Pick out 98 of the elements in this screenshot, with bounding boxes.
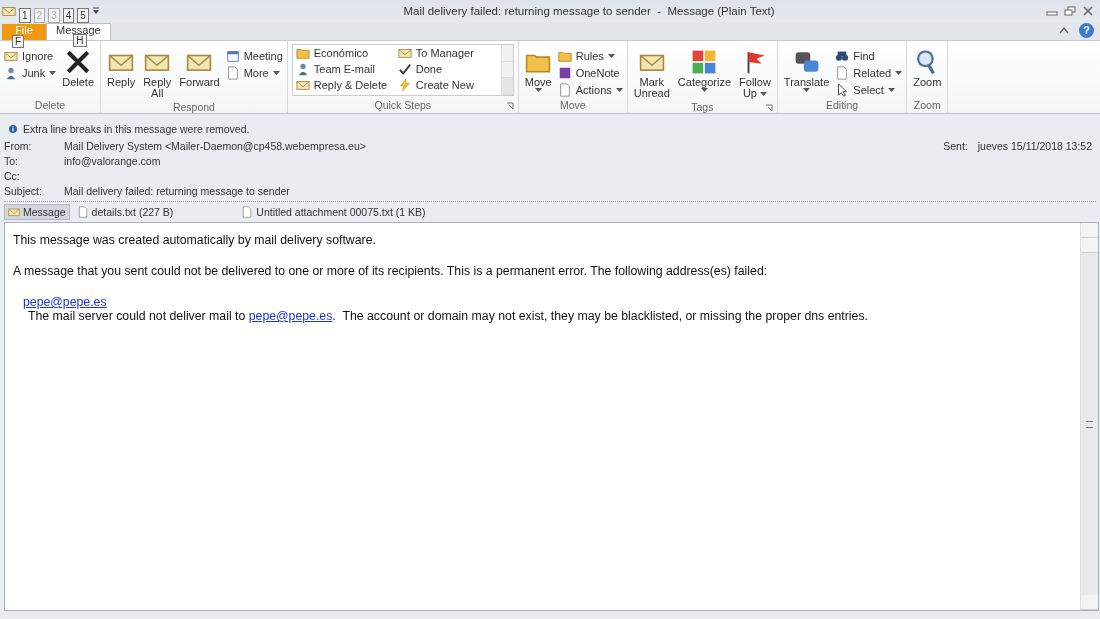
envelope-icon	[2, 4, 16, 18]
keytip[interactable]: 4	[62, 7, 75, 23]
dialog-launcher-icon[interactable]	[505, 102, 514, 110]
caret-icon	[803, 88, 811, 92]
document-icon	[76, 206, 89, 218]
field-value: Mail Delivery System <Mailer-Daemon@cp458.webempresa.eu>	[64, 139, 366, 152]
ribbon-button[interactable]: Categorize	[675, 49, 734, 101]
info-message: Extra line breaks in this message were removed.	[23, 123, 250, 135]
group-label: Respond	[172, 101, 215, 113]
binoculars-icon	[835, 49, 850, 63]
group-label: Tags	[691, 101, 714, 113]
person-icon	[4, 66, 18, 80]
ribbon-button[interactable]: More	[225, 66, 283, 80]
attachment-item[interactable]: Untitled attachment 00075.txt (1 KB)	[238, 204, 429, 220]
attachment-item[interactable]: details.txt (227 B)	[73, 204, 177, 220]
group-label: Zoom	[913, 99, 941, 111]
cursor-icon	[835, 83, 850, 97]
quick-step[interactable]: Económico	[295, 46, 398, 60]
caret-icon	[887, 88, 895, 92]
ribbon-button[interactable]: Translate	[781, 49, 832, 99]
caret-icon	[607, 54, 615, 58]
caret-icon	[700, 88, 708, 92]
envelope-icon	[8, 206, 20, 218]
keytip[interactable]: 5	[77, 7, 89, 23]
group-label: Editing	[825, 99, 859, 111]
body-text: A message that you sent could not be delivered to one or more of its recipients. This is a permanent error. The following address(es) failed:	[13, 264, 769, 278]
caret-icon	[895, 71, 903, 75]
envelope-icon	[397, 46, 412, 60]
calendar-icon	[225, 49, 240, 63]
ribbon-button[interactable]: Zoom	[911, 49, 944, 99]
cross-icon	[65, 49, 92, 75]
field-value: Mail delivery failed: returning message to sender	[64, 184, 290, 197]
ribbon-button[interactable]: Forward	[177, 49, 222, 101]
quick-step[interactable]: To Manager	[397, 46, 498, 60]
email-link[interactable]: pepe@pepe.es	[23, 295, 107, 309]
document-icon	[241, 206, 254, 218]
ribbon-button[interactable]: Reply All	[141, 49, 174, 101]
group-label: Quick Steps	[374, 99, 432, 111]
ribbon-button[interactable]: Delete	[60, 49, 97, 99]
folder-icon	[295, 46, 310, 60]
keytip[interactable]: 1	[19, 7, 31, 23]
check-icon	[397, 62, 412, 76]
folder-icon	[557, 49, 572, 63]
keytip: H	[73, 34, 87, 47]
close-icon[interactable]	[1082, 6, 1094, 16]
body-text: This message was created automatically by mail delivery software.	[13, 233, 377, 247]
group-label: Delete	[34, 99, 66, 111]
body-text: The mail server could not deliver mail to pepe@pepe.es. The account or domain may not exist, they may be blacklisted, or missing the proper dns entries.	[27, 309, 869, 323]
bolt-icon	[397, 78, 412, 92]
field-label: To:	[4, 154, 19, 167]
info-icon	[9, 125, 17, 133]
customize-icon[interactable]	[91, 7, 100, 15]
grid-icon	[691, 49, 718, 75]
envelope-icon	[4, 49, 18, 63]
ribbon-button[interactable]: Meeting	[225, 49, 283, 63]
ribbon-button[interactable]: Reply	[105, 49, 138, 101]
ribbon-button[interactable]: Select	[835, 83, 903, 97]
document-icon	[557, 83, 572, 97]
restore-icon[interactable]	[1064, 6, 1076, 16]
quick-step[interactable]: Done	[397, 62, 498, 76]
field-value: jueves 15/11/2018 13:52	[977, 139, 1092, 152]
window-title: Mail delivery failed: returning message to sender - Message (Plain Text)	[402, 5, 776, 17]
ribbon-button[interactable]: Junk	[4, 66, 57, 80]
ribbon-button[interactable]: Follow Up	[737, 49, 773, 101]
scroll-bar[interactable]	[1080, 223, 1098, 610]
ribbon-button[interactable]: Move	[522, 49, 554, 99]
ribbon-button[interactable]: Find	[835, 49, 903, 63]
quick-step[interactable]: Reply & Delete	[295, 78, 398, 92]
ribbon-button[interactable]: Mark Unread	[631, 49, 672, 101]
note-icon	[557, 66, 572, 80]
ribbon-button[interactable]: Ignore	[4, 49, 57, 63]
collapse-ribbon-icon[interactable]	[1059, 27, 1069, 34]
gallery-scroll-bar[interactable]	[500, 45, 513, 95]
caret-icon	[534, 88, 542, 92]
quick-step[interactable]: Create New	[397, 78, 498, 92]
field-label: From:	[4, 139, 33, 152]
attachment-item[interactable]: Message	[4, 204, 70, 220]
help-button[interactable]: ?	[1079, 23, 1094, 38]
field-label: Subject:	[4, 184, 43, 197]
field-label: Cc:	[4, 169, 21, 182]
caret-icon	[760, 92, 767, 97]
caret-icon	[615, 88, 623, 92]
document-icon	[835, 66, 850, 80]
envelope-icon	[295, 78, 310, 92]
keytip: F	[12, 35, 25, 48]
ribbon-button[interactable]: Actions	[557, 83, 623, 97]
field-value: info@valorange.com	[64, 154, 161, 167]
bubbles-icon	[793, 49, 820, 75]
document-icon	[225, 66, 240, 80]
caret-icon	[49, 71, 57, 75]
ribbon-button[interactable]: Rules	[557, 49, 623, 63]
quick-step[interactable]: Team E-mail	[295, 62, 398, 76]
group-label: Move	[559, 99, 586, 111]
ribbon-button[interactable]: OneNote	[557, 66, 623, 80]
field-label: Sent:	[943, 139, 968, 152]
dialog-launcher-icon[interactable]	[764, 104, 773, 112]
caret-icon	[272, 71, 280, 75]
ribbon-button[interactable]: Related	[835, 66, 903, 80]
